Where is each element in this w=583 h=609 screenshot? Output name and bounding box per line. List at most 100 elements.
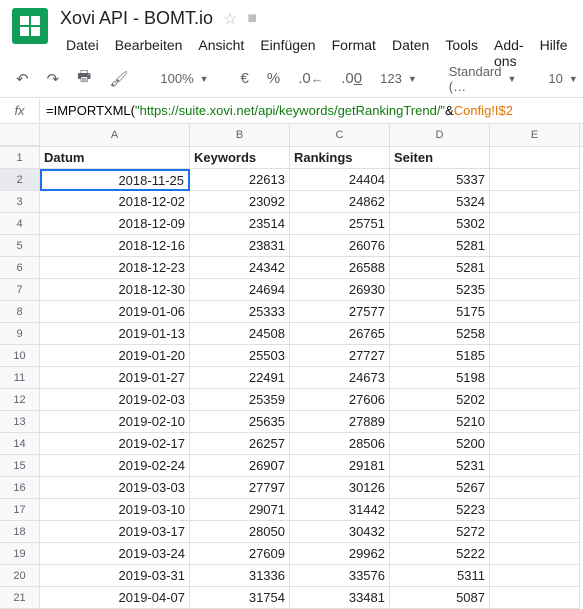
cell-date[interactable]: 2018-12-30 xyxy=(40,279,190,301)
cell-pages[interactable]: 5311 xyxy=(390,565,490,587)
row-number[interactable]: 20 xyxy=(0,565,40,587)
row-number[interactable]: 12 xyxy=(0,389,40,411)
cell-pages[interactable]: 5200 xyxy=(390,433,490,455)
cell[interactable] xyxy=(490,191,580,213)
col-header-d[interactable]: D xyxy=(390,124,490,146)
cell-keywords[interactable]: 24694 xyxy=(190,279,290,301)
row-number[interactable]: 5 xyxy=(0,235,40,257)
star-icon[interactable]: ☆ xyxy=(223,9,237,29)
cell-pages[interactable]: 5235 xyxy=(390,279,490,301)
cell-rankings[interactable]: 25751 xyxy=(290,213,390,235)
cell-date[interactable]: 2019-02-24 xyxy=(40,455,190,477)
row-number[interactable]: 9 xyxy=(0,323,40,345)
font-dropdown[interactable]: Standard (…▼ xyxy=(443,60,523,98)
cell-header-keywords[interactable]: Keywords xyxy=(190,147,290,169)
cell[interactable] xyxy=(490,367,580,389)
cell-header-datum[interactable]: Datum xyxy=(40,147,190,169)
cell[interactable] xyxy=(490,455,580,477)
cell[interactable] xyxy=(490,565,580,587)
row-number[interactable]: 7 xyxy=(0,279,40,301)
cell-rankings[interactable]: 24862 xyxy=(290,191,390,213)
cell[interactable] xyxy=(490,499,580,521)
cell-date[interactable]: 2018-11-25 xyxy=(40,169,190,191)
select-all[interactable] xyxy=(0,124,40,146)
cell[interactable] xyxy=(490,169,580,191)
cell-rankings[interactable]: 27606 xyxy=(290,389,390,411)
cell-rankings[interactable]: 27889 xyxy=(290,411,390,433)
cell-header-rankings[interactable]: Rankings xyxy=(290,147,390,169)
row-number[interactable]: 11 xyxy=(0,367,40,389)
cell-pages[interactable]: 5272 xyxy=(390,521,490,543)
cell-rankings[interactable]: 26930 xyxy=(290,279,390,301)
cell-pages[interactable]: 5175 xyxy=(390,301,490,323)
cell-keywords[interactable]: 25333 xyxy=(190,301,290,323)
print-icon[interactable]: 🖶 xyxy=(71,62,97,95)
cell-pages[interactable]: 5258 xyxy=(390,323,490,345)
cell-date[interactable]: 2019-03-17 xyxy=(40,521,190,543)
row-number[interactable]: 13 xyxy=(0,411,40,433)
cell-pages[interactable]: 5210 xyxy=(390,411,490,433)
cell-date[interactable]: 2019-01-13 xyxy=(40,323,190,345)
cell-keywords[interactable]: 25503 xyxy=(190,345,290,367)
cell-date[interactable]: 2019-01-27 xyxy=(40,367,190,389)
row-number[interactable]: 19 xyxy=(0,543,40,565)
col-header-a[interactable]: A xyxy=(40,124,190,146)
cell[interactable] xyxy=(490,477,580,499)
row-number[interactable]: 21 xyxy=(0,587,40,609)
cell-rankings[interactable]: 33481 xyxy=(290,587,390,609)
cell-date[interactable]: 2019-02-10 xyxy=(40,411,190,433)
row-number[interactable]: 6 xyxy=(0,257,40,279)
cell-rankings[interactable]: 30126 xyxy=(290,477,390,499)
cell-rankings[interactable]: 30432 xyxy=(290,521,390,543)
cell-rankings[interactable]: 29962 xyxy=(290,543,390,565)
cell-pages[interactable]: 5202 xyxy=(390,389,490,411)
row-number[interactable]: 16 xyxy=(0,477,40,499)
row-number[interactable]: 15 xyxy=(0,455,40,477)
cell-keywords[interactable]: 28050 xyxy=(190,521,290,543)
cell-keywords[interactable]: 26257 xyxy=(190,433,290,455)
cell-date[interactable]: 2019-01-20 xyxy=(40,345,190,367)
cell[interactable] xyxy=(490,345,580,367)
zoom-dropdown[interactable]: 100%▼ xyxy=(154,67,214,90)
percent-button[interactable]: % xyxy=(261,66,286,91)
cell-date[interactable]: 2018-12-23 xyxy=(40,257,190,279)
cell[interactable] xyxy=(490,323,580,345)
cell-rankings[interactable]: 26765 xyxy=(290,323,390,345)
cell[interactable] xyxy=(490,257,580,279)
col-header-c[interactable]: C xyxy=(290,124,390,146)
row-number[interactable]: 1 xyxy=(0,147,40,169)
cell-date[interactable]: 2019-03-24 xyxy=(40,543,190,565)
cell-keywords[interactable]: 25635 xyxy=(190,411,290,433)
cell-keywords[interactable]: 31336 xyxy=(190,565,290,587)
cell-keywords[interactable]: 23831 xyxy=(190,235,290,257)
cell-rankings[interactable]: 24673 xyxy=(290,367,390,389)
cell-rankings[interactable]: 29181 xyxy=(290,455,390,477)
col-header-e[interactable]: E xyxy=(490,124,580,146)
row-number[interactable]: 17 xyxy=(0,499,40,521)
row-number[interactable]: 2 xyxy=(0,169,40,191)
cell-keywords[interactable]: 31754 xyxy=(190,587,290,609)
paint-format-icon[interactable]: 🖌 xyxy=(103,66,134,92)
formula-input[interactable]: =IMPORTXML("https://suite.xovi.net/api/k… xyxy=(40,99,519,122)
currency-button[interactable]: € xyxy=(235,66,255,91)
cell-date[interactable]: 2019-03-31 xyxy=(40,565,190,587)
fx-label[interactable]: fx xyxy=(0,99,40,122)
cell[interactable] xyxy=(490,147,580,169)
col-header-b[interactable]: B xyxy=(190,124,290,146)
cell-keywords[interactable]: 23092 xyxy=(190,191,290,213)
cell-keywords[interactable]: 29071 xyxy=(190,499,290,521)
cell-pages[interactable]: 5223 xyxy=(390,499,490,521)
cell-pages[interactable]: 5337 xyxy=(390,169,490,191)
cell-date[interactable]: 2018-12-02 xyxy=(40,191,190,213)
cell-pages[interactable]: 5324 xyxy=(390,191,490,213)
cell[interactable] xyxy=(490,301,580,323)
redo-icon[interactable]: ↷ xyxy=(41,66,66,92)
cell-keywords[interactable]: 22613 xyxy=(190,169,290,191)
cell-rankings[interactable]: 26588 xyxy=(290,257,390,279)
cell-rankings[interactable]: 28506 xyxy=(290,433,390,455)
cell-pages[interactable]: 5302 xyxy=(390,213,490,235)
cell-rankings[interactable]: 24404 xyxy=(290,169,390,191)
row-number[interactable]: 10 xyxy=(0,345,40,367)
row-number[interactable]: 14 xyxy=(0,433,40,455)
cell[interactable] xyxy=(490,543,580,565)
